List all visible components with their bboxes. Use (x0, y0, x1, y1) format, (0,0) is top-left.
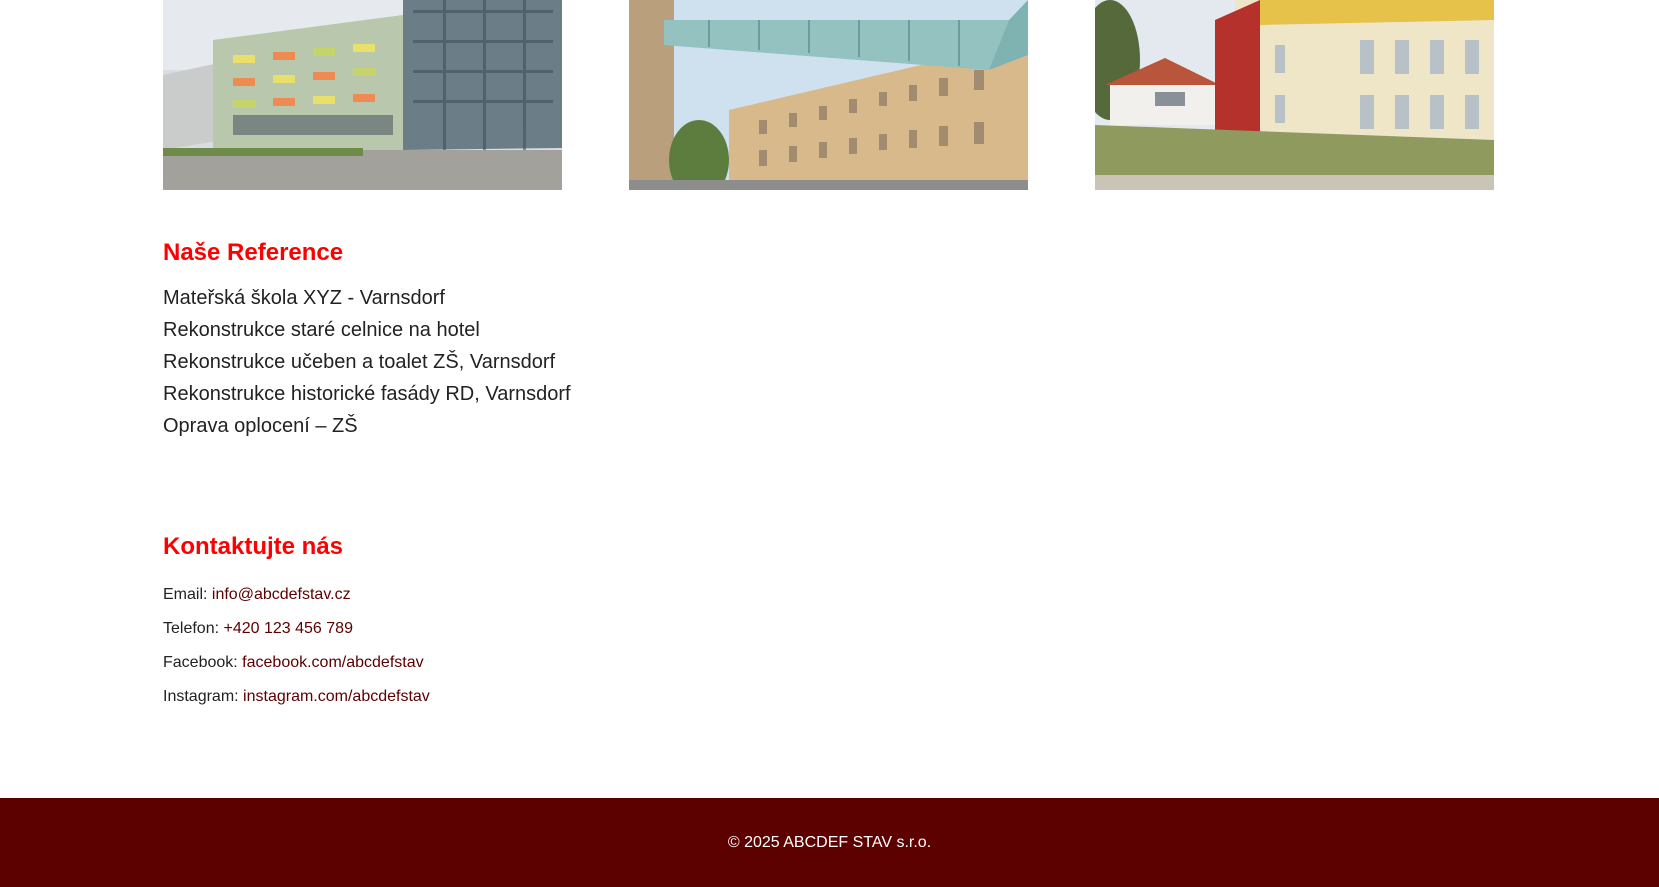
facebook-label: Facebook: (163, 654, 238, 671)
photo-gallery (163, 0, 1496, 190)
contact-email-row: Email: info@abcdefstav.cz (163, 578, 430, 612)
building-photo-modern-school (163, 0, 562, 190)
contact-instagram-row: Instagram: instagram.com/abcdefstav (163, 680, 430, 714)
reference-item: Rekonstrukce staré celnice na hotel (163, 319, 480, 341)
contact-facebook-row: Facebook: facebook.com/abcdefstav (163, 646, 430, 680)
facebook-link[interactable]: facebook.com/abcdefstav (242, 654, 423, 671)
references-list: Mateřská škola XYZ - Varnsdorf Rekonstru… (163, 282, 571, 442)
instagram-link[interactable]: instagram.com/abcdefstav (243, 688, 430, 705)
contact-phone-row: Telefon: +420 123 456 789 (163, 612, 430, 646)
reference-item: Rekonstrukce historické fasády RD, Varns… (163, 383, 571, 405)
instagram-label: Instagram: (163, 688, 239, 705)
page: Naše Reference Mateřská škola XYZ - Varn… (0, 0, 1659, 887)
building-photo-glass-bridge (629, 0, 1028, 190)
reference-item: Oprava oplocení – ZŠ (163, 415, 358, 437)
reference-photo-2[interactable] (629, 0, 1028, 190)
phone-link[interactable]: +420 123 456 789 (224, 620, 353, 637)
email-label: Email: (163, 586, 208, 603)
phone-label: Telefon: (163, 620, 220, 637)
contact-heading: Kontaktujte nás (163, 533, 344, 560)
reference-item: Rekonstrukce učeben a toalet ZŠ, Varnsdo… (163, 351, 556, 373)
reference-photo-1[interactable] (163, 0, 562, 190)
reference-photo-3[interactable] (1095, 0, 1494, 190)
footer: © 2025 ABCDEF STAV s.r.o. (0, 798, 1659, 887)
email-link[interactable]: info@abcdefstav.cz (212, 586, 351, 603)
footer-copyright: © 2025 ABCDEF STAV s.r.o. (727, 834, 932, 851)
references-heading: Naše Reference (163, 239, 344, 266)
contact-list: Email: info@abcdefstav.cz Telefon: +420 … (163, 578, 430, 714)
building-photo-red-yellow-facade (1095, 0, 1494, 190)
reference-item: Mateřská škola XYZ - Varnsdorf (163, 287, 445, 309)
